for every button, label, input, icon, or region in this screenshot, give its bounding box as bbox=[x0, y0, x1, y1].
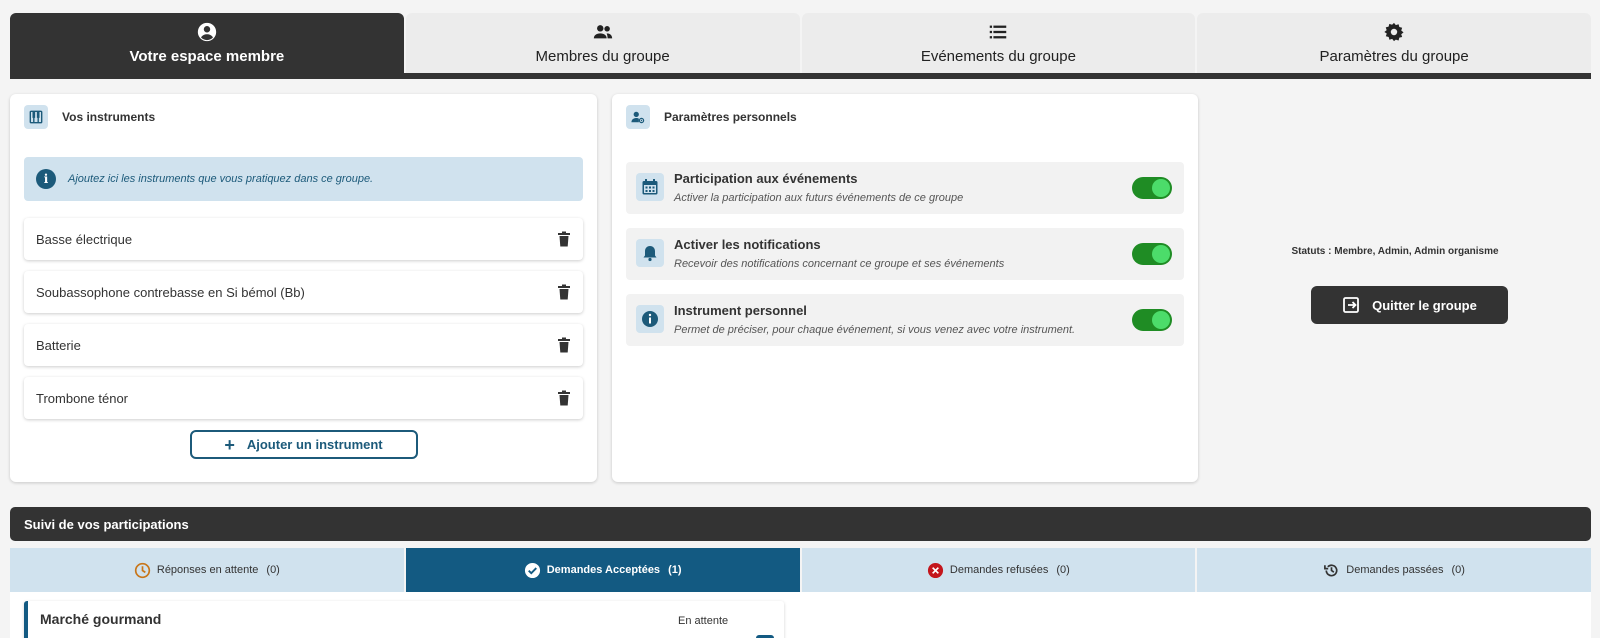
instruments-info-bar: i Ajoutez ici les instruments que vous p… bbox=[24, 157, 583, 201]
personal-settings-header: Paramètres personnels bbox=[612, 94, 1198, 140]
event-status: En attente bbox=[678, 615, 729, 627]
list-item: Soubassophone contrebasse en Si bémol (B… bbox=[24, 271, 583, 313]
gear-icon bbox=[1384, 22, 1404, 42]
trash-icon[interactable] bbox=[557, 231, 571, 247]
quit-label: Quitter le groupe bbox=[1372, 297, 1477, 313]
history-icon bbox=[1324, 563, 1338, 576]
setting-instrument-personnel: Instrument personnel Permet de préciser,… bbox=[626, 294, 1184, 346]
trash-icon[interactable] bbox=[557, 284, 571, 300]
setting-text: Instrument personnel Permet de préciser,… bbox=[674, 303, 1122, 337]
personal-settings-title: Paramètres personnels bbox=[664, 110, 797, 124]
tab-label: Membres du groupe bbox=[535, 48, 670, 65]
setting-desc: Permet de préciser, pour chaque événemen… bbox=[674, 324, 1076, 336]
tab-label: Demandes refusées bbox=[949, 564, 1049, 576]
list-item: Batterie bbox=[24, 324, 583, 366]
instrument-name: Batterie bbox=[36, 337, 81, 353]
instrument-name: Basse électrique bbox=[36, 231, 133, 247]
add-instrument-button[interactable]: + Ajouter un instrument bbox=[189, 430, 418, 459]
setting-text: Participation aux événements Activer la … bbox=[674, 171, 1122, 205]
event-card[interactable]: Marché gourmand En attente bbox=[24, 601, 784, 638]
clock-icon bbox=[134, 562, 151, 578]
participation-tabs: Réponses en attente (0) Demandes Accepté… bbox=[10, 548, 1591, 592]
instrument-name: Trombone ténor bbox=[36, 390, 129, 406]
tab-count: (0) bbox=[266, 564, 280, 576]
info-text: Ajoutez ici les instruments que vous pra… bbox=[68, 173, 374, 185]
trash-icon[interactable] bbox=[557, 337, 571, 353]
list-icon bbox=[990, 25, 1007, 39]
instruments-title: Vos instruments bbox=[62, 110, 156, 124]
suivi-title: Suivi de vos participations bbox=[24, 516, 189, 532]
setting-title: Participation aux événements bbox=[674, 171, 858, 186]
event-title: Marché gourmand bbox=[40, 611, 162, 627]
piano-icon bbox=[24, 105, 48, 129]
notifications-toggle[interactable] bbox=[1132, 243, 1172, 265]
personal-settings-card: Paramètres personnels Participation aux … bbox=[612, 94, 1198, 482]
tab-demandes-acceptees[interactable]: Demandes Acceptées (1) bbox=[405, 548, 800, 592]
tab-label: Evénements du groupe bbox=[920, 48, 1076, 65]
participation-toggle[interactable] bbox=[1132, 177, 1172, 199]
exit-icon bbox=[1343, 297, 1360, 313]
cancel-icon bbox=[927, 562, 943, 578]
tab-demandes-passees[interactable]: Demandes passées (0) bbox=[1197, 548, 1591, 592]
calendar-icon bbox=[636, 173, 664, 201]
tab-reponses-attente[interactable]: Réponses en attente (0) bbox=[10, 548, 404, 592]
instruments-header: Vos instruments bbox=[10, 94, 597, 140]
instrument-toggle[interactable] bbox=[1132, 309, 1172, 331]
tab-count: (0) bbox=[1451, 564, 1465, 576]
setting-notifications: Activer les notifications Recevoir des n… bbox=[626, 228, 1184, 280]
trash-icon[interactable] bbox=[557, 390, 571, 406]
quit-group-button[interactable]: Quitter le groupe bbox=[1311, 286, 1508, 324]
instrument-list: Basse électrique Soubassophone contrebas… bbox=[24, 218, 583, 419]
tab-label: Demandes passées bbox=[1346, 564, 1444, 576]
setting-desc: Activer la participation aux futurs évén… bbox=[674, 192, 964, 204]
setting-title: Activer les notifications bbox=[674, 237, 821, 252]
list-item: Basse électrique bbox=[24, 218, 583, 260]
tab-count: (0) bbox=[1056, 564, 1070, 576]
instruments-card: Vos instruments i Ajoutez ici les instru… bbox=[10, 94, 597, 482]
tab-label: Paramètres du groupe bbox=[1319, 48, 1469, 65]
tab-parametres[interactable]: Paramètres du groupe bbox=[1197, 13, 1591, 73]
info-icon bbox=[636, 305, 664, 333]
setting-participation: Participation aux événements Activer la … bbox=[626, 162, 1184, 214]
tab-demandes-refusees[interactable]: Demandes refusées (0) bbox=[801, 548, 1196, 592]
bell-icon bbox=[636, 239, 664, 267]
tab-evenements[interactable]: Evénements du groupe bbox=[801, 13, 1196, 73]
top-tab-bar: Votre espace membre Membres du groupe Ev… bbox=[10, 13, 1591, 79]
plus-icon: + bbox=[224, 434, 235, 455]
check-circle-icon bbox=[524, 562, 540, 578]
account-circle-icon bbox=[197, 22, 217, 42]
tab-label: Réponses en attente bbox=[156, 564, 259, 576]
instrument-name: Soubassophone contrebasse en Si bémol (B… bbox=[36, 284, 305, 300]
setting-title: Instrument personnel bbox=[674, 303, 807, 318]
tab-label: Votre espace membre bbox=[129, 48, 285, 65]
info-icon: i bbox=[36, 169, 56, 189]
tab-count: (1) bbox=[668, 564, 682, 576]
setting-text: Activer les notifications Recevoir des n… bbox=[674, 237, 1122, 271]
add-instrument-label: Ajouter un instrument bbox=[246, 437, 383, 452]
tab-label: Demandes Acceptées bbox=[546, 564, 661, 576]
tab-membres[interactable]: Membres du groupe bbox=[405, 13, 800, 73]
tab-votre-espace[interactable]: Votre espace membre bbox=[10, 13, 404, 73]
list-item: Trombone ténor bbox=[24, 377, 583, 419]
status-text: Statuts : Membre, Admin, Admin organisme bbox=[1291, 246, 1499, 257]
user-settings-icon bbox=[626, 105, 650, 129]
setting-desc: Recevoir des notifications concernant ce… bbox=[674, 258, 1005, 270]
suivi-header: Suivi de vos participations bbox=[10, 507, 1591, 541]
group-icon bbox=[593, 25, 612, 39]
